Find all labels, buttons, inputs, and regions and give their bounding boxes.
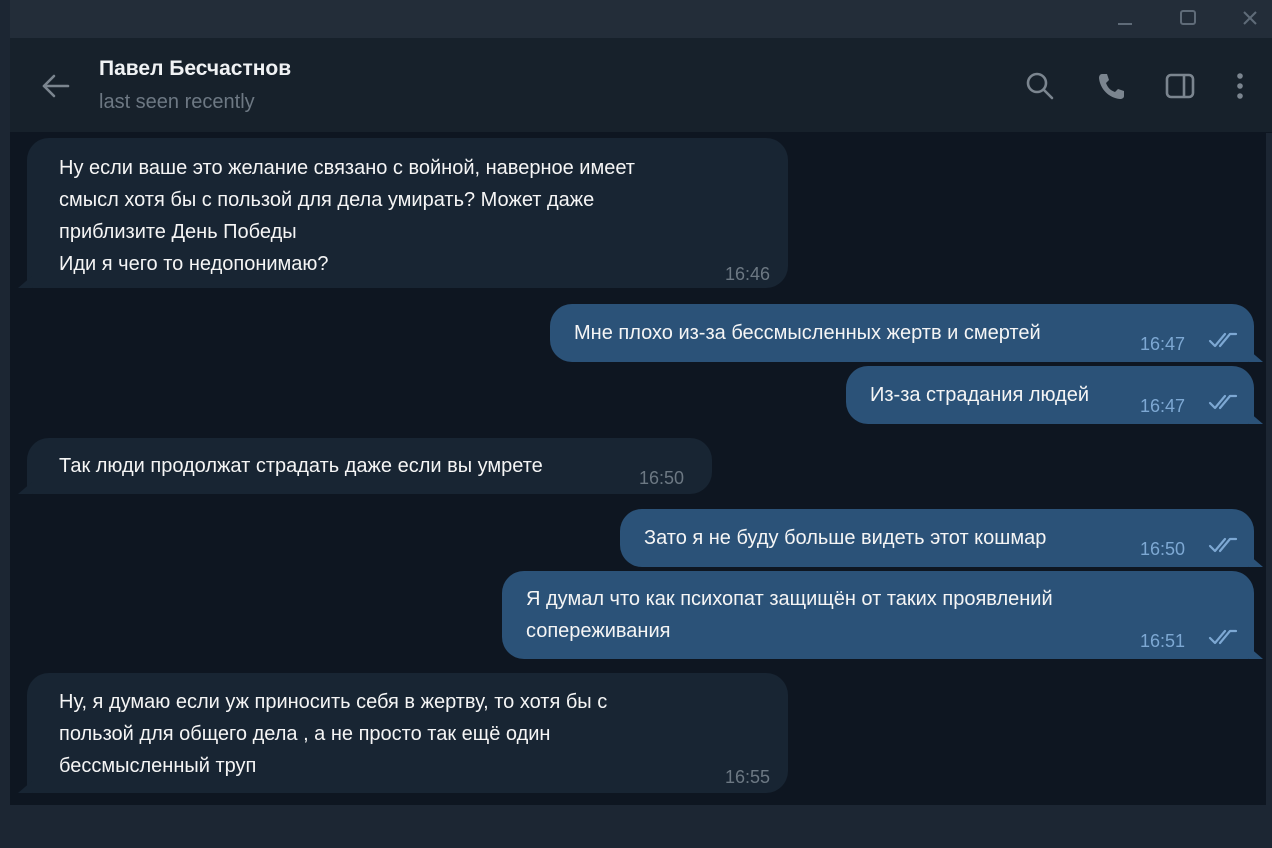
message-text: Я думал что как психопат защищён от таки… [526,588,1053,642]
message-text: Ну, я думаю если уж приносить себя в жер… [59,691,608,777]
read-receipt-icon [1208,537,1238,553]
back-arrow-icon[interactable] [38,68,74,104]
search-icon[interactable] [1020,66,1060,106]
bubble-tail [18,276,32,288]
read-receipt-icon [1208,332,1238,348]
bubble-tail [1249,350,1263,362]
message-text: Из-за страдания людей [870,384,1090,406]
contact-status: last seen recently [99,91,255,113]
minimize-icon[interactable] [1110,4,1140,32]
message-bubble-incoming[interactable]: Так люди продолжат страдать даже если вы… [18,438,712,494]
read-receipt-icon [1208,394,1238,410]
message-bubble-outgoing[interactable]: Я думал что как психопат защищён от таки… [502,571,1263,659]
close-icon[interactable] [1235,4,1265,32]
bubble-tail [18,482,32,494]
message-time: 16:47 [1140,334,1186,354]
message-time: 16:51 [1140,631,1186,651]
message-bubble-incoming[interactable]: Ну, я думаю если уж приносить себя в жер… [18,673,788,793]
message-bubble-outgoing[interactable]: Из-за страдания людей 16:47 [846,366,1263,424]
message-text: Зато я не буду больше видеть этот кошмар [644,527,1047,549]
message-bubble-incoming[interactable]: Ну если ваше это желание связано с войно… [18,138,788,288]
message-time: 16:47 [1140,396,1186,416]
more-vertical-icon[interactable] [1220,66,1260,106]
contact-name[interactable]: Павел Бесчастнов [99,57,291,81]
message-text: Ну если ваше это желание связано с войно… [59,157,635,275]
bubble-tail [1249,647,1263,659]
message-time: 16:55 [724,767,770,787]
message-list[interactable]: Ну если ваше это желание связано с войно… [10,133,1266,805]
bubble-tail [1249,555,1263,567]
bubble-tail [1249,412,1263,424]
message-time: 16:46 [724,264,770,284]
bubble-tail [18,781,32,793]
maximize-icon[interactable] [1173,4,1203,32]
message-text: Мне плохо из-за бессмысленных жертв и см… [574,322,1041,344]
read-receipt-icon [1208,629,1238,645]
message-time: 16:50 [639,468,685,488]
message-bubble-outgoing[interactable]: Мне плохо из-за бессмысленных жертв и см… [550,304,1263,362]
message-text: Так люди продолжат страдать даже если вы… [59,455,543,477]
chat-header: Павел Бесчастнов last seen recently [10,38,1272,133]
window-titlebar [10,0,1272,38]
message-time: 16:50 [1140,539,1186,559]
sidebar-toggle-icon[interactable] [1160,66,1200,106]
message-bubble-outgoing[interactable]: Зато я не буду больше видеть этот кошмар… [620,509,1263,567]
bottom-bar [0,805,1272,848]
phone-icon[interactable] [1091,66,1131,106]
